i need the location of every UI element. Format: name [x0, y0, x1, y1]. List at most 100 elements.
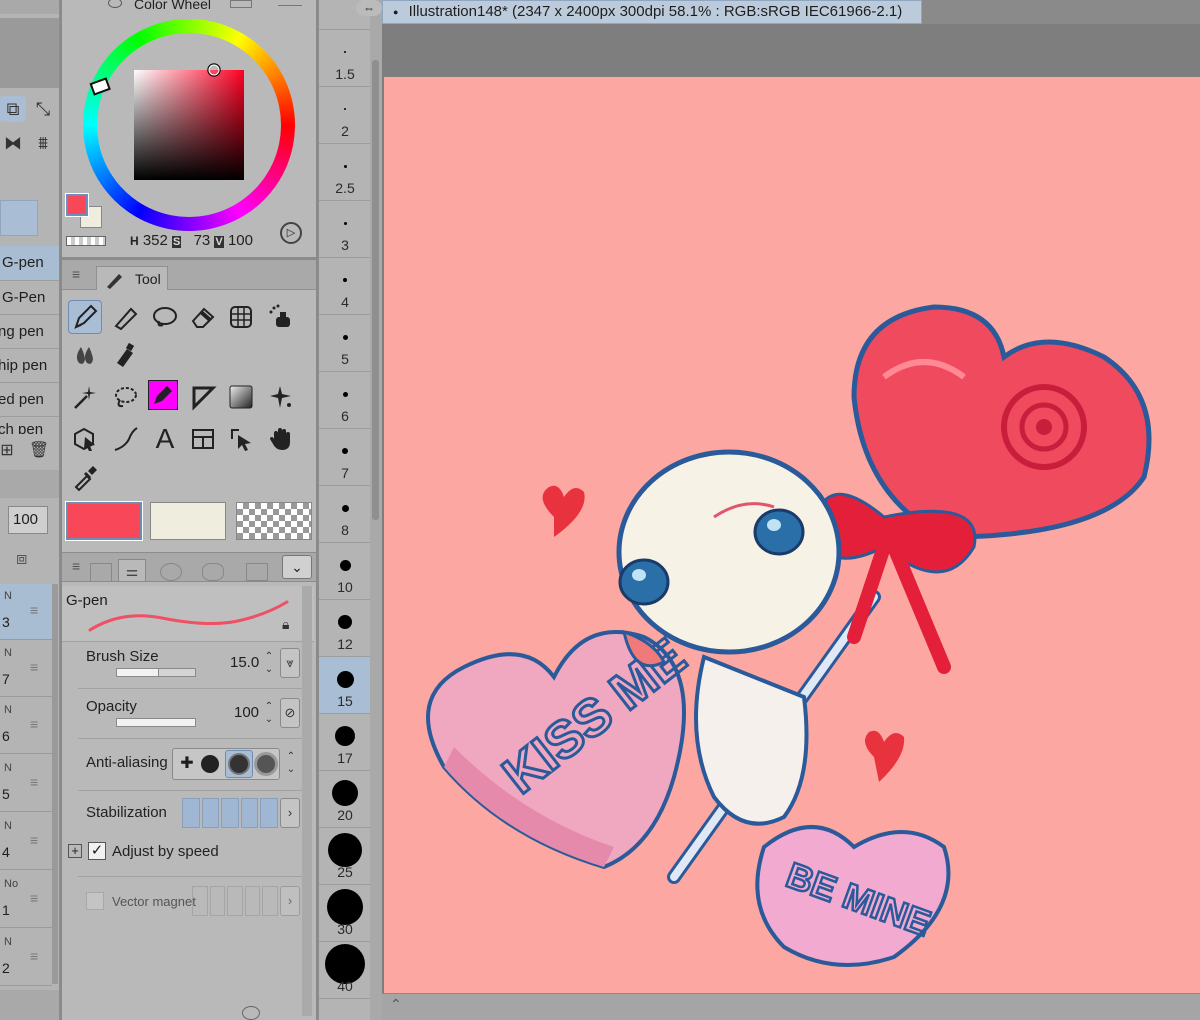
trash-icon[interactable]: 🗑: [26, 438, 52, 464]
sparkle-icon[interactable]: [264, 380, 298, 414]
document-tab[interactable]: ● Illustration148* (2347 x 2400px 300dpi…: [382, 0, 922, 24]
color-panel-tab-icon-2[interactable]: [278, 0, 302, 6]
brush-size-cell[interactable]: 3: [319, 201, 371, 258]
aa-weak-icon[interactable]: [201, 755, 219, 773]
flip-vertical-icon[interactable]: ⩩: [30, 130, 56, 156]
tab-icon-3[interactable]: [160, 563, 182, 581]
opacity-slider[interactable]: [116, 718, 196, 727]
transform-icon[interactable]: ⧉: [0, 96, 26, 122]
tab-icon-4[interactable]: [202, 563, 224, 581]
lasso-blob-icon[interactable]: [148, 300, 182, 334]
fill-bottle-icon[interactable]: [108, 338, 142, 372]
transparent-color-swatch[interactable]: [66, 236, 106, 246]
brush-size-cell[interactable]: 2.5: [319, 144, 371, 201]
drag-handle-icon[interactable]: ≡: [30, 659, 38, 675]
eraser-icon[interactable]: [186, 300, 220, 334]
sub-color-bar[interactable]: [150, 502, 226, 540]
drawing-canvas[interactable]: KISS ME BE MINE: [384, 77, 1200, 993]
eraser-pencil-icon[interactable]: [108, 300, 142, 334]
layer-scrollbar[interactable]: [52, 584, 58, 984]
brush-item-3[interactable]: ng pen: [0, 314, 59, 348]
color-mode-toggle-icon[interactable]: ▷: [280, 222, 302, 244]
pen-icon[interactable]: [68, 300, 102, 334]
drag-handle-icon[interactable]: ≡: [30, 774, 38, 790]
settings-sliders-icon[interactable]: ⚌: [118, 559, 146, 581]
gradient-icon[interactable]: [224, 380, 258, 414]
brush-size-cell[interactable]: 12: [319, 600, 371, 657]
main-color-bar[interactable]: [65, 501, 143, 541]
drag-handle-icon[interactable]: ≡: [30, 832, 38, 848]
brush-size-cell[interactable]: 25: [319, 828, 371, 885]
brush-size-slider[interactable]: [116, 668, 196, 677]
move-layer-icon[interactable]: [224, 422, 258, 456]
pressure-toggle-icon[interactable]: ⩔: [280, 648, 300, 678]
brush-item-5[interactable]: ed pen: [0, 382, 59, 416]
layer-opacity-field[interactable]: 100: [8, 506, 48, 534]
expand-up-icon[interactable]: ⌃: [390, 996, 402, 1013]
lasso-icon[interactable]: [108, 380, 142, 414]
aa-strong-icon[interactable]: [257, 755, 275, 773]
aa-none-icon[interactable]: ✚: [175, 751, 199, 777]
opacity-stepper[interactable]: ⌃ ⌄: [260, 700, 278, 730]
brush-item-4[interactable]: hip pen: [0, 348, 59, 382]
brush-size-cell[interactable]: 30: [319, 885, 371, 942]
layer-row[interactable]: N 5 ≡: [0, 756, 52, 812]
drag-handle-icon[interactable]: ≡: [30, 890, 38, 906]
add-icon[interactable]: ⊞: [0, 438, 20, 464]
brush-size-cell[interactable]: 4: [319, 258, 371, 315]
main-color-swatch[interactable]: [65, 193, 89, 217]
brush-size-cell[interactable]: 40: [319, 942, 371, 999]
brush-size-cell[interactable]: 15: [319, 657, 371, 714]
vector-magnet-slider[interactable]: [192, 886, 278, 916]
magic-wand-icon[interactable]: [68, 380, 102, 414]
hand-icon[interactable]: [264, 422, 298, 456]
mesh-icon[interactable]: [224, 300, 258, 334]
layer-row[interactable]: N 7 ≡: [0, 641, 52, 697]
brush-size-cell[interactable]: 5: [319, 315, 371, 372]
panel-menu-icon[interactable]: ≡: [72, 266, 80, 282]
brush-size-cell[interactable]: 17: [319, 714, 371, 771]
selected-subtool-group[interactable]: [0, 200, 38, 236]
curve-icon[interactable]: [108, 422, 142, 456]
brush-item-gpen-1[interactable]: G-pen: [0, 246, 59, 280]
antialiasing-selector[interactable]: ✚: [172, 748, 280, 780]
airbrush-icon[interactable]: [264, 300, 298, 334]
drag-handle-icon[interactable]: ≡: [30, 602, 38, 618]
brush-item-gpen-2[interactable]: G-Pen: [0, 280, 59, 314]
transparent-color-bar[interactable]: [236, 502, 312, 540]
brush-size-cell[interactable]: 10: [319, 543, 371, 600]
flip-horizontal-icon[interactable]: ⧓: [0, 130, 26, 156]
brush-size-cell[interactable]: 7: [319, 429, 371, 486]
frame-icon[interactable]: [186, 422, 220, 456]
color-wheel-tab-icon[interactable]: [108, 0, 122, 8]
brush-size-cell[interactable]: 6: [319, 372, 371, 429]
panel-menu-icon[interactable]: ≡: [72, 558, 80, 574]
settings-footer-icon[interactable]: [242, 1006, 260, 1020]
layer-mask-icon[interactable]: ⧈: [16, 548, 44, 572]
color-panel-tab-icon[interactable]: [230, 0, 252, 8]
layer-row[interactable]: N 2 ≡: [0, 930, 52, 986]
chevron-down-icon[interactable]: ⌄: [282, 555, 312, 579]
stabilization-slider[interactable]: [182, 798, 278, 828]
object-select-icon[interactable]: [68, 422, 102, 456]
drag-handle-icon[interactable]: ≡: [30, 716, 38, 732]
ruler-triangle-icon[interactable]: [186, 380, 220, 414]
expand-plus-icon[interactable]: +: [68, 844, 82, 858]
adjust-speed-checkbox[interactable]: ✓: [88, 842, 106, 860]
drag-handle-icon[interactable]: ≡: [30, 948, 38, 964]
layer-row[interactable]: N 6 ≡: [0, 698, 52, 754]
brush-size-scrollbar[interactable]: [370, 0, 382, 1020]
layer-row[interactable]: No 1 ≡: [0, 872, 52, 928]
water-drop-icon[interactable]: [68, 338, 102, 372]
brush-size-stepper[interactable]: ⌃ ⌄: [260, 650, 278, 680]
selection-pen-icon[interactable]: [148, 380, 178, 410]
vector-magnet-chevron-icon[interactable]: ›: [280, 886, 300, 916]
brush-size-cell[interactable]: 2: [319, 87, 371, 144]
hue-ring[interactable]: [82, 18, 296, 232]
brush-size-cell[interactable]: 8: [319, 486, 371, 543]
text-icon[interactable]: A: [148, 422, 182, 456]
subtool-tab-icon[interactable]: [90, 563, 112, 581]
brush-item-6[interactable]: ch pen: [0, 416, 59, 434]
opacity-pressure-icon[interactable]: ⊘: [280, 698, 300, 728]
antialiasing-stepper[interactable]: ⌃ ⌄: [282, 750, 300, 780]
